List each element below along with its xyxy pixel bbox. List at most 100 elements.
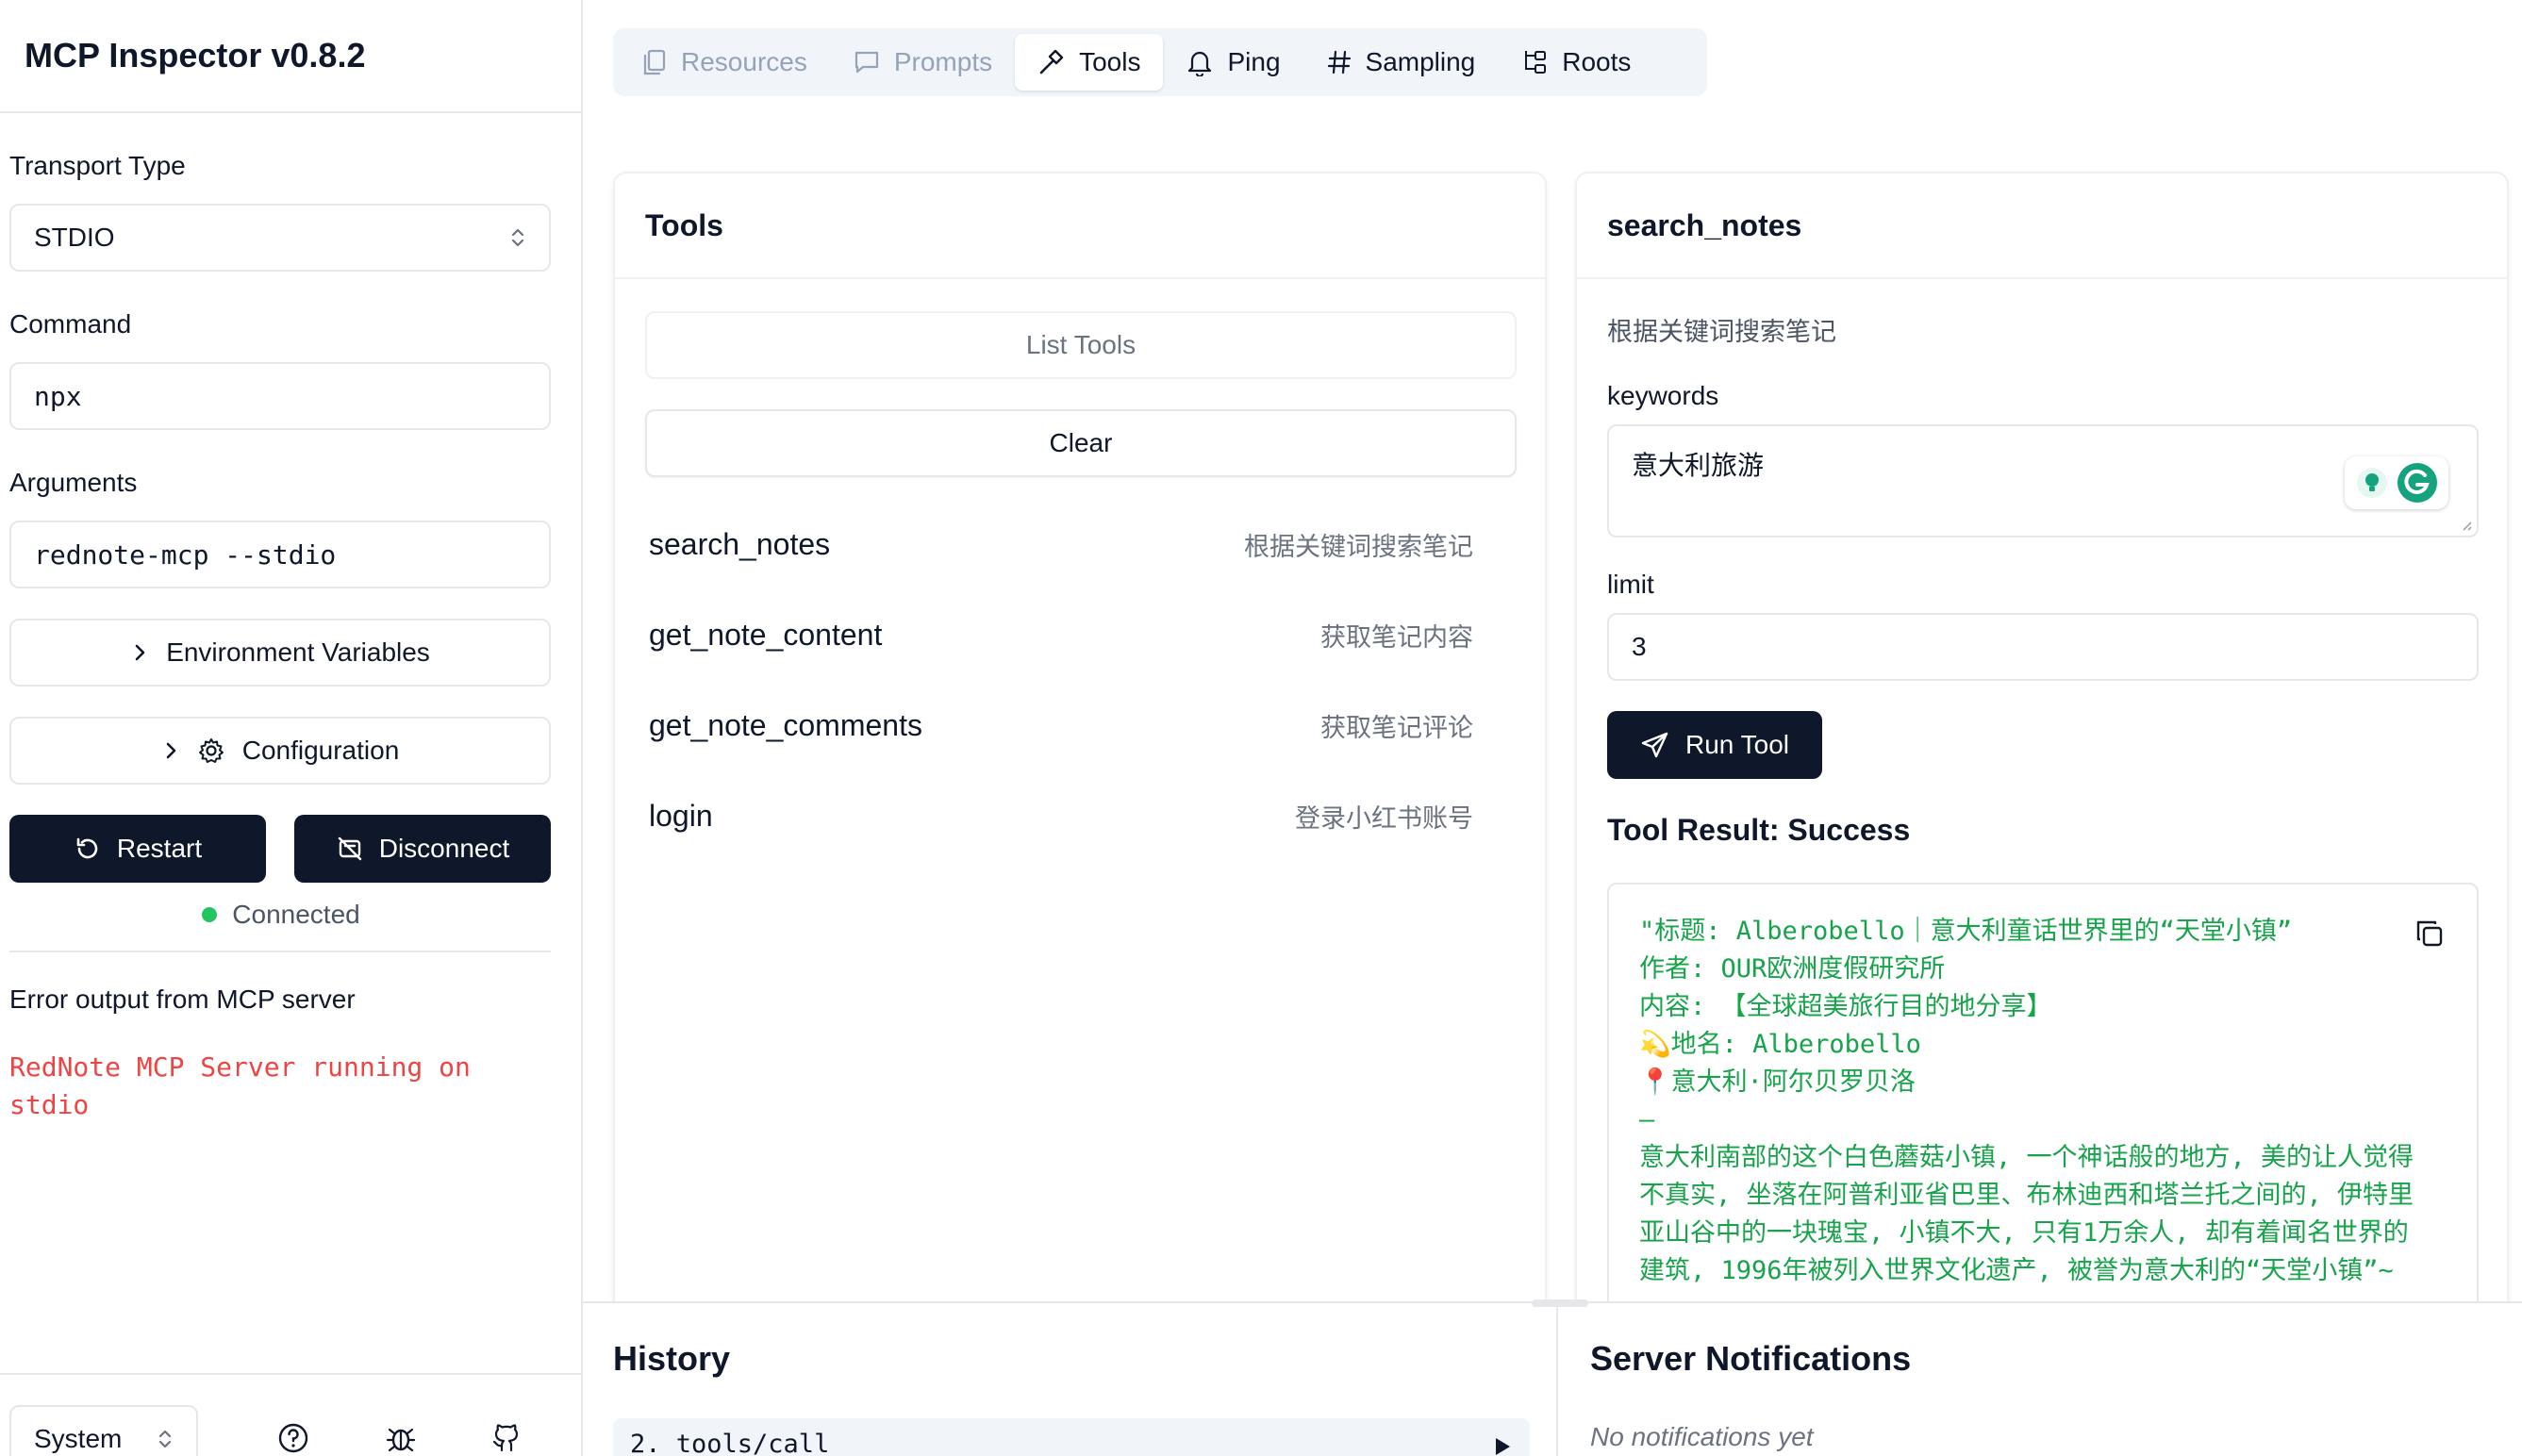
tab-prompts[interactable]: Prompts: [830, 34, 1015, 91]
tab-sampling[interactable]: Sampling: [1303, 34, 1499, 91]
arguments-value: rednote-mcp --stdio: [34, 538, 337, 571]
tool-desc: 获取笔记内容: [1320, 622, 1473, 652]
play-icon: [1492, 1435, 1513, 1456]
tool-item-login[interactable]: login 登录小红书账号: [634, 773, 1488, 858]
restart-button[interactable]: Restart: [9, 815, 266, 883]
status-text: Connected: [232, 900, 360, 929]
tab-sampling-label: Sampling: [1365, 47, 1476, 76]
tab-resources-label: Resources: [681, 47, 807, 76]
tool-description: 根据关键词搜索笔记: [1607, 318, 1836, 346]
hammer-icon: [1037, 48, 1066, 76]
grammarly-icon: [2397, 462, 2438, 504]
tool-result-line: 📍意大利·阿尔贝罗贝洛: [1639, 1067, 1916, 1097]
sidebar-header: MCP Inspector v0.8.2: [0, 0, 581, 113]
tool-result-line: 意大利南部的这个白色蘑菇小镇, 一个神话般的地方, 美的让人觉得: [1639, 1143, 2414, 1172]
transport-type-value: STDIO: [34, 223, 115, 252]
tab-ping[interactable]: Ping: [1163, 34, 1302, 91]
resize-handle-icon[interactable]: [2460, 519, 2473, 532]
tool-result-title: Tool Result: Success: [1607, 813, 1911, 847]
environment-variables-button[interactable]: Environment Variables: [9, 619, 551, 687]
grammarly-widget[interactable]: [2345, 456, 2448, 509]
tab-tools-label: Tools: [1079, 47, 1141, 76]
configuration-button[interactable]: Configuration: [9, 717, 551, 785]
run-tool-label: Run Tool: [1684, 730, 1789, 759]
github-icon[interactable]: [490, 1422, 523, 1454]
notifications-empty: No notifications yet: [1590, 1422, 1814, 1451]
tool-result-line: 亚山谷中的一块瑰宝, 小镇不大, 只有1万余人, 却有着闻名世界的: [1639, 1218, 2409, 1248]
tools-card-header: Tools: [615, 174, 1545, 279]
chevron-updown-icon: [509, 225, 526, 250]
app-title: MCP Inspector v0.8.2: [25, 36, 366, 74]
resources-icon: [641, 48, 668, 76]
command-label: Command: [9, 309, 132, 339]
tool-name: get_note_comments: [649, 707, 922, 742]
tools-card: Tools List Tools Clear search_notes 根据关键…: [613, 172, 1547, 1332]
arguments-label: Arguments: [9, 468, 138, 497]
sidebar-divider: [9, 951, 551, 952]
tool-result-line: 建筑, 1996年被列入世界文化遗产, 被誉为意大利的“天堂小镇”~: [1639, 1256, 2394, 1285]
command-input[interactable]: npx: [9, 362, 551, 430]
tool-result-line: —: [1639, 1105, 1655, 1134]
bottom-panels: History 2. tools/call Server Notificatio…: [583, 1299, 2522, 1456]
tool-result-line: 💫地名: Alberobello: [1639, 1030, 1921, 1059]
folder-tree-icon: [1520, 48, 1549, 76]
keywords-textarea[interactable]: 意大利旅游: [1607, 424, 2479, 538]
notifications-panel: Server Notifications No notifications ye…: [1560, 1303, 2522, 1456]
hash-icon: [1326, 48, 1352, 76]
bug-icon[interactable]: [385, 1422, 417, 1454]
tab-roots[interactable]: Roots: [1498, 34, 1653, 91]
transport-type-select[interactable]: STDIO: [9, 204, 551, 272]
tab-prompts-label: Prompts: [893, 47, 993, 76]
history-item[interactable]: 2. tools/call: [613, 1418, 1530, 1456]
run-tool-button[interactable]: Run Tool: [1607, 711, 1822, 779]
limit-label: limit: [1607, 570, 1654, 599]
tool-item-get-note-comments[interactable]: get_note_comments 获取笔记评论: [634, 683, 1488, 768]
send-icon: [1640, 730, 1670, 760]
chevron-right-icon: [161, 739, 180, 762]
limit-value: 3: [1632, 632, 1647, 661]
tool-result-line: 不真实, 坐落在阿普利亚省巴里、布林迪西和塔兰托之间的, 伊特里: [1639, 1181, 2414, 1210]
restart-label: Restart: [116, 834, 203, 863]
command-value: npx: [34, 380, 82, 412]
arguments-input[interactable]: rednote-mcp --stdio: [9, 521, 551, 588]
tool-name: search_notes: [649, 526, 831, 561]
tab-bar: Resources Prompts Tools Ping Sampling Ro…: [613, 28, 1707, 96]
tab-resources[interactable]: Resources: [619, 34, 830, 91]
list-tools-button[interactable]: List Tools: [645, 311, 1517, 379]
history-title: History: [613, 1339, 731, 1378]
tab-tools[interactable]: Tools: [1015, 34, 1164, 91]
environment-variables-label: Environment Variables: [166, 637, 430, 667]
tool-result-box[interactable]: "标题: Alberobello｜意大利童话世界里的“天堂小镇” 作者: OUR欧…: [1607, 883, 2479, 1330]
disconnect-button[interactable]: Disconnect: [294, 815, 551, 883]
message-icon: [853, 48, 881, 76]
help-icon[interactable]: [277, 1422, 309, 1454]
copy-icon[interactable]: [2414, 918, 2445, 949]
tool-item-search-notes[interactable]: search_notes 根据关键词搜索笔记: [634, 502, 1488, 587]
chevron-right-icon: [130, 641, 149, 664]
limit-input[interactable]: 3: [1607, 613, 2479, 681]
tool-detail-header: search_notes: [1577, 174, 2507, 279]
lightbulb-icon: [2355, 466, 2389, 500]
error-output-title: Error output from MCP server: [9, 984, 356, 1014]
tool-desc: 获取笔记评论: [1320, 713, 1473, 742]
bell-icon: [1186, 48, 1214, 76]
disconnect-label: Disconnect: [378, 834, 510, 863]
tools-card-title: Tools: [645, 207, 723, 242]
tool-desc: 根据关键词搜索笔记: [1244, 532, 1473, 561]
error-output-text: RedNote MCP Server running on stdio: [9, 1051, 471, 1120]
chevron-updown-icon: [157, 1427, 174, 1451]
clear-button[interactable]: Clear: [645, 409, 1517, 477]
theme-value: System: [34, 1424, 123, 1453]
configuration-label: Configuration: [241, 736, 400, 765]
tool-detail-card: search_notes 根据关键词搜索笔记 keywords 意大利旅游 li…: [1575, 172, 2509, 1332]
notifications-title: Server Notifications: [1590, 1339, 1912, 1378]
tool-name: login: [649, 798, 713, 833]
tool-result-line: 内容: 【全球超美旅行目的地分享】: [1639, 992, 2052, 1021]
gear-icon: [197, 736, 225, 765]
list-tools-label: List Tools: [1025, 330, 1137, 359]
tool-item-get-note-content[interactable]: get_note_content 获取笔记内容: [634, 592, 1488, 677]
rotate-ccw-icon: [74, 835, 102, 863]
sidebar: MCP Inspector v0.8.2 Transport Type STDI…: [0, 0, 583, 1456]
theme-select[interactable]: System: [9, 1405, 198, 1456]
connection-status: Connected: [0, 900, 562, 930]
